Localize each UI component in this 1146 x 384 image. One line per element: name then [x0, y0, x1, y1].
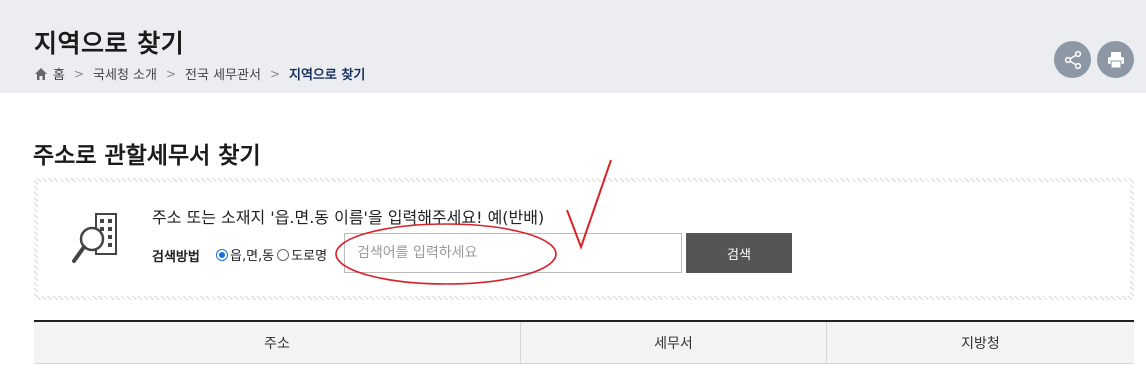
- share-icon: [1064, 50, 1081, 69]
- column-header-regional-office: 지방청: [961, 335, 1000, 352]
- breadcrumb-current: 지역으로 찾기: [289, 68, 366, 83]
- breadcrumb-offices[interactable]: 전국 세무관서: [185, 64, 261, 83]
- column-header-address: 주소: [34, 322, 521, 363]
- breadcrumb-about[interactable]: 국세청 소개: [93, 64, 157, 83]
- chevron-right-icon: >: [269, 66, 280, 81]
- radio-unchecked-icon[interactable]: [277, 248, 290, 261]
- method-radio-road[interactable]: 도로명: [277, 245, 327, 264]
- chevron-right-icon: >: [165, 66, 177, 81]
- result-table-header: 주소 세무서 지방청: [34, 320, 1134, 364]
- breadcrumb: 홈 > 국세청 소개 > 전국 세무관서 > 지역으로 찾기: [34, 64, 365, 83]
- search-panel-inner: 주소 또는 소재지 '읍.면.동 이름'을 입력해주세요! 예(반배) 검색방법…: [38, 182, 1130, 296]
- method-label-road: 도로명: [291, 249, 328, 264]
- column-header-tax-office: 세무서: [521, 322, 827, 363]
- radio-checked-icon[interactable]: [216, 248, 228, 261]
- search-instruction: 주소 또는 소재지 '읍.면.동 이름'을 입력해주세요! 예(반배): [152, 208, 545, 227]
- print-button[interactable]: [1097, 41, 1134, 78]
- share-button[interactable]: [1054, 41, 1091, 78]
- home-icon[interactable]: [34, 67, 48, 81]
- magnifier-building-icon: [72, 213, 117, 263]
- method-radio-eupmyeondong[interactable]: 읍,면,동: [216, 245, 274, 264]
- print-icon: [1107, 51, 1124, 68]
- chevron-right-icon: >: [73, 66, 85, 81]
- section-title: 주소로 관할세무서 찾기: [33, 143, 261, 169]
- search-panel: 주소 또는 소재지 '읍.면.동 이름'을 입력해주세요! 예(반배) 검색방법…: [34, 178, 1134, 300]
- search-method-group: 읍,면,동 도로명: [216, 245, 330, 264]
- search-input[interactable]: [344, 233, 682, 273]
- page-header: 지역으로 찾기 홈 > 국세청 소개 > 전국 세무관서 > 지역으로 찾기: [0, 0, 1146, 93]
- search-method-label: 검색방법: [152, 250, 200, 265]
- method-label-eupmyeondong: 읍,면,동: [230, 249, 275, 264]
- breadcrumb-home[interactable]: 홈: [53, 64, 65, 83]
- search-button[interactable]: 검색: [686, 233, 792, 273]
- page-title: 지역으로 찾기: [34, 29, 185, 58]
